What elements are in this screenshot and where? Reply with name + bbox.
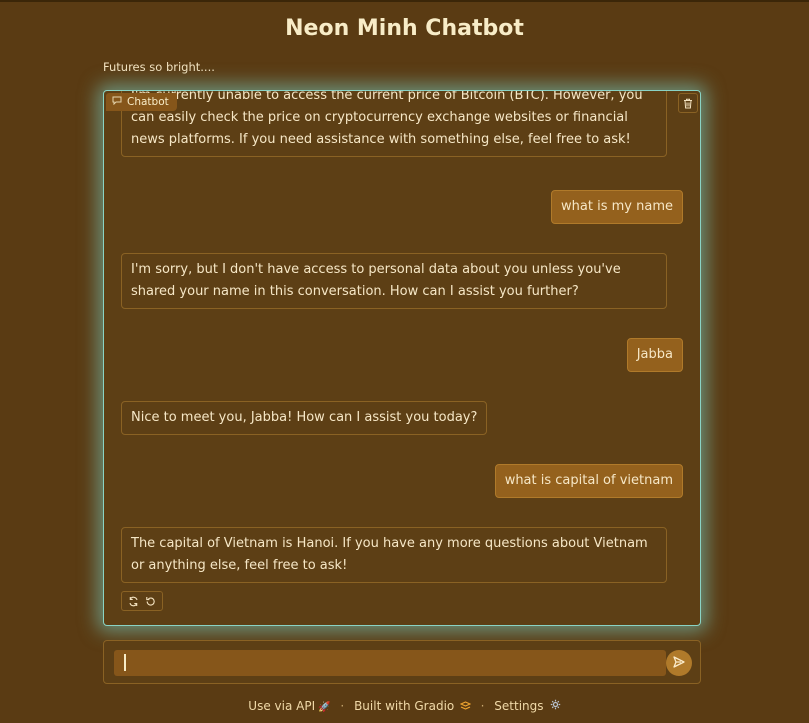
message-text: I'm sorry, but I don't have access to pe… — [131, 262, 621, 299]
user-message: Jabba — [626, 338, 683, 372]
undo-icon — [145, 592, 156, 611]
retry-icon — [128, 592, 139, 611]
input-panel — [103, 640, 701, 684]
chatbot-label: Chatbot — [127, 96, 169, 108]
bot-message: The capital of Vietnam is Hanoi. If you … — [121, 527, 667, 583]
message-input[interactable] — [114, 650, 666, 676]
page: Neon Minh Chatbot Futures so bright.... … — [0, 0, 809, 723]
use-via-api-link[interactable]: Use via API 🚀 — [248, 699, 334, 713]
user-message: what is capital of vietnam — [494, 464, 683, 498]
chat-bubble-icon — [112, 96, 122, 108]
clear-chat-button[interactable] — [678, 93, 698, 113]
message-text: I'm currently unable to access the curre… — [131, 90, 643, 147]
page-title: Neon Minh Chatbot — [285, 16, 524, 41]
gradio-logo-icon — [457, 701, 474, 713]
rocket-icon: 🚀 — [318, 702, 331, 713]
message-text: Nice to meet you, Jabba! How can I assis… — [131, 410, 478, 425]
retry-button[interactable] — [128, 592, 139, 611]
message-text: what is capital of vietnam — [504, 473, 673, 488]
send-button[interactable] — [666, 650, 692, 676]
footer-separator: · — [480, 699, 485, 713]
chatbot-panel[interactable]: Chatbot I'm currently unable to access t… — [103, 90, 701, 626]
message-text: The capital of Vietnam is Hanoi. If you … — [131, 536, 648, 573]
bot-message: I'm sorry, but I don't have access to pe… — [121, 253, 667, 309]
gear-icon — [547, 699, 561, 713]
message-text: Jabba — [636, 347, 673, 362]
message-actions — [121, 591, 163, 611]
undo-button[interactable] — [145, 592, 156, 611]
trash-icon — [683, 94, 693, 113]
settings-link[interactable]: Settings — [494, 699, 560, 713]
page-subtitle: Futures so bright.... — [103, 60, 215, 74]
send-icon — [672, 654, 686, 673]
message-text: what is my name — [561, 199, 673, 214]
bot-message: I'm currently unable to access the curre… — [121, 90, 667, 157]
footer-separator: · — [340, 699, 345, 713]
chatbot-label-badge: Chatbot — [106, 93, 177, 111]
bot-message: Nice to meet you, Jabba! How can I assis… — [121, 401, 488, 435]
footer: Use via API 🚀 · Built with Gradio · Setti… — [0, 699, 809, 713]
user-message: what is my name — [551, 190, 683, 224]
built-with-gradio-link[interactable]: Built with Gradio — [354, 699, 475, 713]
text-caret — [124, 654, 126, 671]
